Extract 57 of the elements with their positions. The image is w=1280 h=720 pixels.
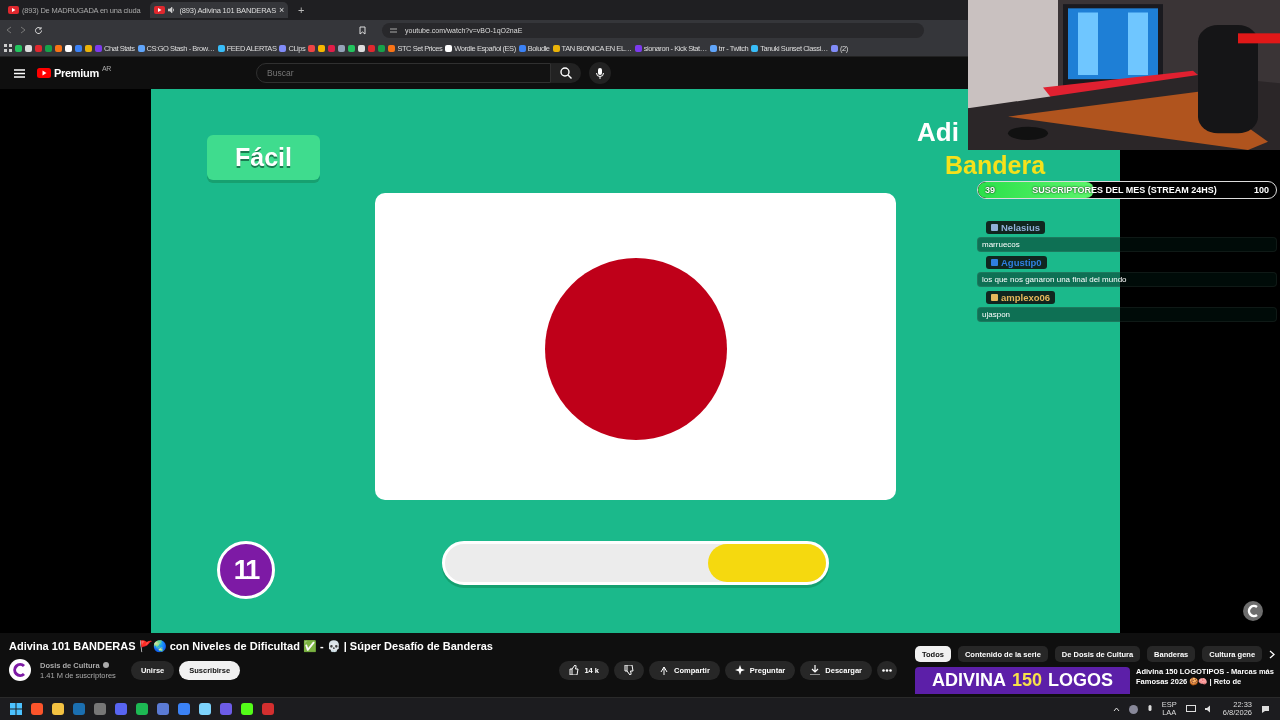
thumbnail-text: ADIVINA — [931, 670, 1006, 691]
share-icon — [659, 665, 669, 675]
forward-icon[interactable] — [20, 26, 26, 34]
microphone-icon[interactable] — [1146, 704, 1153, 714]
network-icon[interactable] — [1185, 705, 1196, 713]
play-favicon-icon — [8, 6, 19, 14]
search-button[interactable] — [551, 63, 582, 83]
difficulty-badge: Fácil — [207, 135, 320, 180]
close-tab-button[interactable]: × — [279, 5, 285, 15]
goal-current: 39 — [985, 185, 995, 195]
chat-username: Agustip0 — [1001, 257, 1042, 268]
search-icon — [560, 67, 573, 79]
app-icon[interactable] — [136, 703, 148, 715]
download-icon — [810, 665, 821, 675]
goal-target: 100 — [1253, 185, 1269, 195]
video-thumbnail[interactable]: ADIVINA 150 LOGOS — [915, 667, 1130, 694]
back-icon[interactable] — [6, 26, 12, 34]
sparkle-icon — [734, 665, 745, 675]
chat-message: marruecos — [977, 237, 1277, 252]
channel-avatar[interactable] — [9, 659, 31, 681]
microphone-icon — [596, 67, 605, 79]
video-heading: Adi — [917, 117, 959, 148]
app-icon[interactable] — [31, 703, 43, 715]
menu-icon[interactable] — [14, 68, 25, 78]
premium-logo: Premium — [54, 67, 99, 79]
voice-search-button[interactable] — [589, 62, 612, 84]
verified-icon — [102, 662, 109, 668]
windows-logo-icon[interactable] — [10, 703, 22, 715]
chat-message: ujaspon — [977, 307, 1277, 322]
new-tab-button[interactable]: + — [294, 4, 309, 16]
play-favicon-icon — [154, 6, 166, 14]
video-heading: Bandera — [945, 151, 1046, 180]
apps-icon[interactable] — [4, 44, 12, 52]
more-icon — [882, 668, 892, 672]
notification-icon[interactable] — [1261, 704, 1270, 714]
more-button[interactable] — [877, 660, 897, 680]
tray-app-icon[interactable] — [1128, 704, 1138, 714]
chevron-right-icon[interactable] — [1269, 649, 1276, 659]
app-icon[interactable] — [199, 703, 211, 715]
chat-username: amplexo06 — [1001, 292, 1051, 303]
search-field[interactable]: Buscar — [256, 63, 552, 83]
dislike-button[interactable] — [614, 660, 644, 680]
chat-message: los que nos ganaron una final del mundo — [977, 272, 1277, 287]
thumbs-down-icon — [624, 665, 634, 675]
youtube-logo-icon[interactable] — [37, 68, 51, 78]
app-icon[interactable] — [241, 703, 253, 715]
question-number: 11 — [217, 541, 275, 599]
chevron-up-icon[interactable] — [1112, 706, 1120, 712]
app-icon[interactable] — [178, 703, 190, 715]
app-icon[interactable] — [52, 703, 64, 715]
thumbnail-text: 150 — [1011, 670, 1042, 691]
reload-icon[interactable] — [34, 25, 43, 35]
channel-watermark-icon — [1242, 600, 1264, 622]
thumbs-up-icon — [569, 665, 580, 675]
thumbnail-text: LOGOS — [1048, 670, 1114, 691]
chat-username: Nelasius — [1001, 222, 1041, 233]
video-title: Adivina 101 BANDERAS 🚩🌏 con Niveles de Dificultad ✅ - 💀 | Súper Desafío de Banderas — [9, 640, 494, 653]
